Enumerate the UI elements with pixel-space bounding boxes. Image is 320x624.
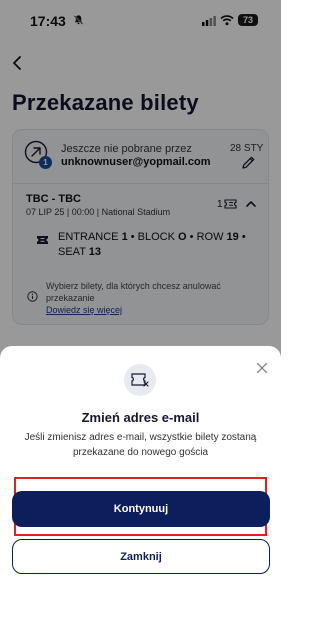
close-button[interactable]: Zamknij bbox=[12, 539, 270, 574]
transferred-tickets-screen: 17:43 73 Przekazane bilety 1 Jeszcze nie… bbox=[0, 0, 281, 624]
sheet-title: Zmień adres e-mail bbox=[81, 410, 200, 425]
continue-button[interactable]: Kontynuuj bbox=[12, 491, 270, 527]
close-icon[interactable] bbox=[256, 362, 268, 374]
sheet-message: Jeśli zmienisz adres e-mail, wszystkie b… bbox=[24, 432, 257, 458]
ticket-cancel-icon bbox=[131, 373, 149, 387]
